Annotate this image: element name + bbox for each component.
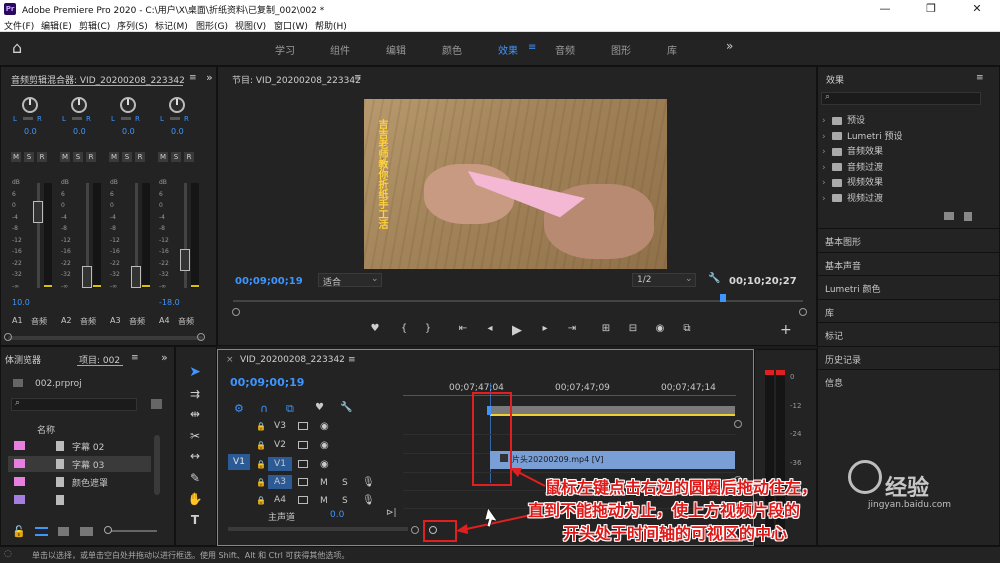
watermark-url: jingyan.baidu.com	[868, 500, 952, 510]
status-icon: ◌	[4, 549, 12, 559]
baidu-paw-logo	[848, 460, 882, 494]
status-bar: ◌ 单击以选择，或单击空白处并拖动以进行框选。使用 Shift、Alt 和 Ct…	[0, 546, 1000, 563]
watermark-text: 经验	[885, 476, 930, 501]
annotation-line-3: 开头处于时间轴的可视区的中心	[563, 524, 788, 543]
annotation-line-2: 直到不能拖动为止，使上方视频片段的	[528, 501, 801, 520]
annotation-line-1: 鼠标左键点击右边的圆圈后拖动往左，	[545, 478, 818, 497]
status-text: 单击以选择，或单击空白处并拖动以进行框选。使用 Shift、Alt 和 Ctrl…	[32, 551, 350, 560]
